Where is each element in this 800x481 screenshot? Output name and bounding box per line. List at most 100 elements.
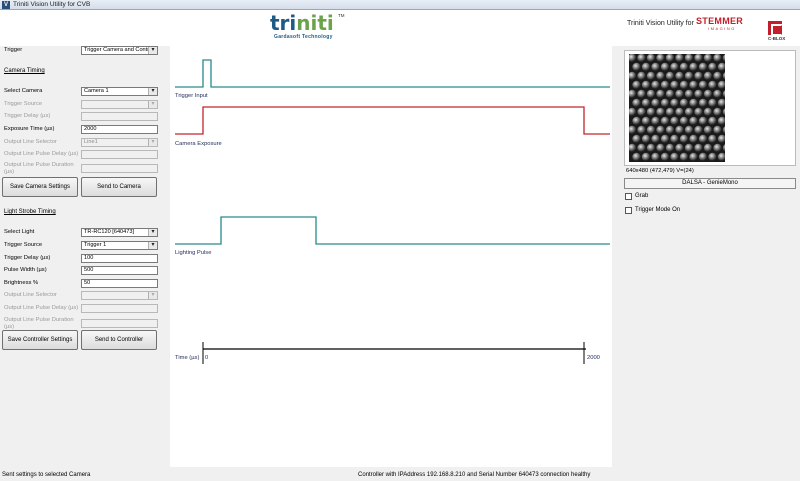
- sphere: [703, 125, 713, 135]
- sphere: [694, 71, 703, 81]
- lighting-pulse-waveform: [175, 216, 610, 245]
- sphere: [670, 98, 679, 108]
- pulse-width-input[interactable]: 500: [81, 266, 158, 275]
- sphere: [703, 89, 713, 99]
- sphere: [632, 134, 641, 144]
- sphere: [708, 80, 717, 90]
- sphere: [656, 125, 665, 135]
- brightness-input[interactable]: 50: [81, 279, 158, 288]
- sphere: [660, 152, 670, 162]
- sphere: [689, 116, 698, 126]
- sphere: [698, 98, 708, 108]
- sphere: [637, 125, 646, 135]
- light-trigger-source-select[interactable]: Trigger 1: [81, 241, 158, 250]
- sphere: [641, 98, 651, 108]
- trigger-select[interactable]: Trigger Camera and Controlle: [81, 46, 158, 55]
- grab-checkbox-box[interactable]: [625, 193, 632, 200]
- sphere: [717, 80, 725, 90]
- sphere: [713, 107, 722, 117]
- sphere: [641, 62, 651, 72]
- camera-model-panel: DALSA - GenieMono: [624, 178, 796, 189]
- sphere: [698, 80, 708, 90]
- sphere: [684, 125, 694, 135]
- sphere: [632, 98, 641, 108]
- output-pulse-delay-input[interactable]: [81, 150, 158, 159]
- lighting-pulse-label: Lighting Pulse: [175, 250, 212, 256]
- send-to-controller-button[interactable]: Send to Controller: [81, 330, 157, 350]
- sphere: [641, 80, 651, 90]
- sphere: [679, 62, 689, 72]
- sphere: [651, 134, 660, 144]
- trigger-delay-input[interactable]: [81, 112, 158, 121]
- camera-image[interactable]: [629, 54, 725, 162]
- sphere: [646, 54, 656, 63]
- window-title: Triniti Vision Utility for CVB: [13, 1, 91, 8]
- light-output-pulse-duration-input[interactable]: [81, 319, 158, 328]
- grab-checkbox[interactable]: Grab: [625, 193, 745, 201]
- sphere: [703, 107, 713, 117]
- trigger-mode-checkbox-box[interactable]: [625, 207, 632, 214]
- sphere: [665, 71, 675, 81]
- sphere: [670, 134, 679, 144]
- sphere: [689, 98, 698, 108]
- output-pulse-duration-label: Output Line Pulse Duration (µs): [4, 162, 74, 175]
- sphere: [684, 107, 694, 117]
- trigger-mode-checkbox[interactable]: Trigger Mode On: [625, 207, 745, 215]
- sphere: [684, 143, 694, 153]
- sphere: [629, 107, 637, 117]
- sphere: [629, 143, 637, 153]
- sphere: [698, 116, 708, 126]
- sphere: [629, 89, 637, 99]
- sphere: [713, 89, 722, 99]
- settings-panel: Trigger Trigger Camera and Controlle Cam…: [0, 46, 162, 466]
- sphere: [708, 62, 717, 72]
- sphere: [637, 54, 646, 63]
- sphere: [722, 54, 725, 62]
- output-line-selector-label: Output Line Selector: [4, 139, 57, 145]
- sphere: [703, 143, 713, 153]
- save-camera-settings-button[interactable]: Save Camera Settings: [2, 177, 78, 197]
- sphere: [698, 134, 708, 144]
- sphere: [698, 62, 708, 72]
- sphere: [670, 62, 679, 72]
- sphere: [713, 71, 722, 81]
- brightness-label: Brightness %: [4, 280, 39, 286]
- sphere: [641, 134, 651, 144]
- light-output-line-selector-select[interactable]: [81, 291, 158, 300]
- select-camera-select[interactable]: Camera 1: [81, 87, 158, 96]
- title-bar: V Triniti Vision Utility for CVB: [0, 0, 800, 10]
- sphere: [629, 125, 637, 135]
- sphere: [665, 125, 675, 135]
- sphere: [722, 72, 725, 80]
- trigger-label: Trigger: [4, 47, 23, 53]
- image-coordinates: 640x480 (472,479) V=(24): [626, 168, 694, 174]
- sphere: [656, 89, 665, 99]
- sphere: [651, 116, 660, 126]
- time-axis-end: 2000: [587, 355, 600, 361]
- time-axis-start: 0: [205, 355, 209, 361]
- app-icon[interactable]: V: [2, 1, 10, 9]
- sphere: [717, 62, 725, 72]
- sphere: [722, 144, 725, 152]
- light-output-pulse-delay-input[interactable]: [81, 304, 158, 313]
- sphere: [660, 134, 670, 144]
- sphere: [637, 71, 646, 81]
- select-light-select[interactable]: TR-RC120 [640473]: [81, 228, 158, 237]
- sphere: [646, 71, 656, 81]
- output-pulse-duration-input[interactable]: [81, 164, 158, 173]
- light-trigger-delay-label: Trigger Delay (µs): [4, 255, 51, 261]
- connection-status: Controller with IPAddress 192.168.8.210 …: [358, 472, 591, 478]
- header-product-text: Triniti Vision Utility for: [627, 20, 694, 27]
- output-line-selector-select[interactable]: Line1: [81, 138, 158, 147]
- sphere: [665, 107, 675, 117]
- exposure-time-input[interactable]: 2000: [81, 125, 158, 134]
- sphere: [694, 54, 703, 63]
- sphere: [689, 152, 698, 162]
- camera-exposure-label: Camera Exposure: [175, 141, 222, 147]
- sphere: [717, 116, 725, 126]
- sphere: [722, 108, 725, 116]
- save-controller-settings-button[interactable]: Save Controller Settings: [2, 330, 78, 350]
- trigger-source-select[interactable]: [81, 100, 158, 109]
- light-trigger-delay-input[interactable]: 100: [81, 254, 158, 263]
- send-to-camera-button[interactable]: Send to Camera: [81, 177, 157, 197]
